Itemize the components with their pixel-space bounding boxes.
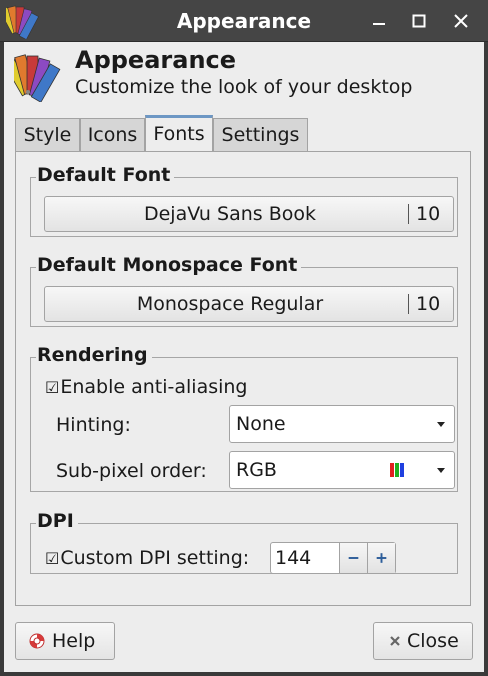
subpixel-label: Sub-pixel order:: [56, 460, 207, 482]
close-x-icon: [390, 636, 400, 646]
custom-dpi-checkbox[interactable]: ☑Custom DPI setting:: [45, 546, 249, 571]
tab-icons[interactable]: Icons: [80, 118, 145, 152]
maximize-icon[interactable]: [406, 8, 432, 34]
tab-fonts[interactable]: Fonts: [145, 115, 213, 153]
color-swatches-icon: [14, 54, 61, 102]
subpixel-value: RGB: [236, 459, 277, 481]
default-font-size: 10: [416, 203, 441, 225]
dropdown-arrow-icon: [437, 422, 445, 427]
rgb-stripes-icon: [390, 463, 404, 477]
antialias-checkbox[interactable]: ☑Enable anti-aliasing: [45, 375, 248, 400]
monospace-font-button[interactable]: Monospace Regular 10: [44, 286, 454, 322]
default-font-button[interactable]: DejaVu Sans Book 10: [44, 196, 454, 232]
monospace-font-name: Monospace Regular: [136, 293, 324, 315]
separator: [408, 204, 409, 224]
help-button[interactable]: Help: [15, 622, 115, 660]
dpi-value[interactable]: 144: [275, 543, 311, 573]
dpi-spinbutton[interactable]: 144: [270, 542, 396, 574]
close-button[interactable]: Close: [373, 622, 473, 660]
hinting-value: None: [236, 413, 286, 435]
close-label: Close: [407, 630, 459, 652]
hinting-label: Hinting:: [56, 414, 131, 436]
rendering-heading: Rendering: [36, 343, 152, 367]
close-icon[interactable]: [448, 8, 474, 34]
hinting-dropdown[interactable]: None: [229, 405, 455, 443]
checkbox-checked-icon[interactable]: ☑: [45, 378, 59, 397]
decrement-button[interactable]: [339, 543, 367, 573]
appearance-dialog: Appearance Customize the look of your de…: [4, 42, 484, 672]
help-lifebuoy-icon: [29, 633, 45, 649]
tab-style[interactable]: Style: [15, 118, 80, 152]
custom-dpi-label: Custom DPI setting:: [60, 547, 250, 569]
help-label: Help: [52, 630, 96, 652]
separator: [408, 294, 409, 314]
default-font-heading: Default Font: [36, 163, 175, 187]
dpi-heading: DPI: [36, 509, 78, 533]
page-subtitle: Customize the look of your desktop: [75, 76, 413, 98]
page-title: Appearance: [75, 46, 237, 74]
increment-button[interactable]: [367, 543, 395, 573]
monospace-font-heading: Default Monospace Font: [36, 253, 302, 277]
antialias-label: Enable anti-aliasing: [60, 376, 248, 398]
monospace-font-size: 10: [416, 293, 441, 315]
dropdown-arrow-icon: [437, 468, 445, 473]
title-bar[interactable]: Appearance: [0, 0, 488, 42]
checkbox-checked-icon[interactable]: ☑: [45, 549, 59, 568]
tab-settings[interactable]: Settings: [213, 118, 308, 152]
subpixel-dropdown[interactable]: RGB: [229, 451, 455, 489]
minimize-icon[interactable]: [366, 8, 392, 34]
default-font-name: DejaVu Sans Book: [143, 203, 316, 225]
